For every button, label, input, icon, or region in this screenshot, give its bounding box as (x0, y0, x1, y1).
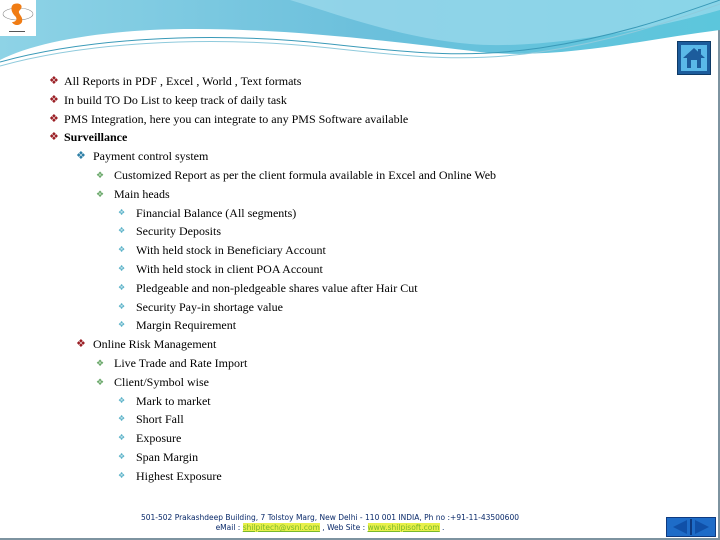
bullet-icon: ❖ (118, 452, 126, 461)
footer-trailer: . (439, 523, 445, 532)
bullet-icon: ❖ (49, 75, 59, 87)
bullet-icon: ❖ (118, 320, 126, 330)
list-item-text: Pledgeable and non-pledgeable shares val… (136, 280, 418, 295)
bullet-icon: ❖ (96, 376, 105, 387)
slide-navigation-button[interactable] (666, 517, 716, 537)
nav-divider (690, 519, 692, 535)
list-item-text: Highest Exposure (136, 468, 222, 483)
list-item-text: Financial Balance (All segments) (136, 205, 297, 220)
list-item-text: Surveillance (64, 130, 128, 145)
list-item-text: Customized Report as per the client form… (114, 168, 497, 182)
list-item-text: PMS Integration, here you can integrate … (64, 111, 409, 126)
bullet-icon: ❖ (118, 470, 126, 480)
bullet-icon: ❖ (118, 245, 126, 255)
bullet-icon: ❖ (118, 207, 126, 217)
bullet-icon: ❖ (118, 226, 126, 236)
list-item-text: With held stock in Beneficiary Account (136, 243, 326, 258)
list-item-text: Short Fall (136, 412, 184, 427)
footer: 501-502 Prakashdeep Building, 7 Tolstoy … (100, 513, 560, 533)
home-button[interactable] (677, 41, 711, 75)
prev-slide-icon (673, 520, 687, 534)
bullet-icon: ❖ (96, 188, 105, 199)
list-item-text: Client/Symbol wise (114, 374, 210, 389)
bullet-icon: ❖ (76, 150, 86, 163)
website-link[interactable]: www.shilpisoft.com (367, 523, 440, 532)
list-item-text: In build TO Do List to keep track of dai… (64, 92, 287, 107)
bullet-icon: ❖ (118, 301, 126, 311)
list-item-text: Live Trade and Rate Import (114, 356, 248, 370)
list-item-text: Payment control system (93, 149, 209, 164)
bullet-icon: ❖ (118, 433, 126, 443)
list-item-text: Online Risk Management (93, 337, 217, 352)
email-link[interactable]: shilpitech@vsnl.com (242, 523, 320, 532)
bullet-icon: ❖ (118, 395, 126, 405)
bullet-icon: ❖ (96, 358, 105, 368)
list-item-text: Security Pay-in shortage value (136, 299, 283, 314)
list-item-text: Mark to market (136, 393, 211, 408)
list-item-text: Exposure (136, 431, 182, 446)
next-slide-icon (695, 520, 709, 534)
list-item-text: Main heads (114, 186, 170, 201)
list-item-text: With held stock in client POA Account (136, 262, 323, 276)
home-icon (681, 45, 707, 71)
bullet-icon: ❖ (118, 414, 126, 424)
bullet-icon: ❖ (118, 282, 126, 292)
footer-contact: eMail : shilpitech@vsnl.com , Web Site :… (100, 523, 560, 533)
list-item-text: Span Margin (136, 450, 199, 464)
bullet-icon: ❖ (49, 131, 59, 144)
list-item-text: Security Deposits (136, 224, 221, 239)
list-item-text: All Reports in PDF , Excel , World , Tex… (64, 74, 302, 88)
footer-address: 501-502 Prakashdeep Building, 7 Tolstoy … (140, 513, 520, 522)
email-label: eMail : (215, 523, 243, 532)
bullet-icon: ❖ (49, 93, 59, 106)
list-item-text: Margin Requirement (136, 318, 237, 333)
website-label: , Web Site : (319, 523, 368, 532)
bullet-icon: ❖ (96, 170, 105, 180)
bullet-icon: ❖ (76, 338, 86, 351)
bullet-icon: ❖ (49, 112, 59, 125)
company-logo (0, 0, 36, 36)
bullet-icon: ❖ (118, 264, 126, 273)
